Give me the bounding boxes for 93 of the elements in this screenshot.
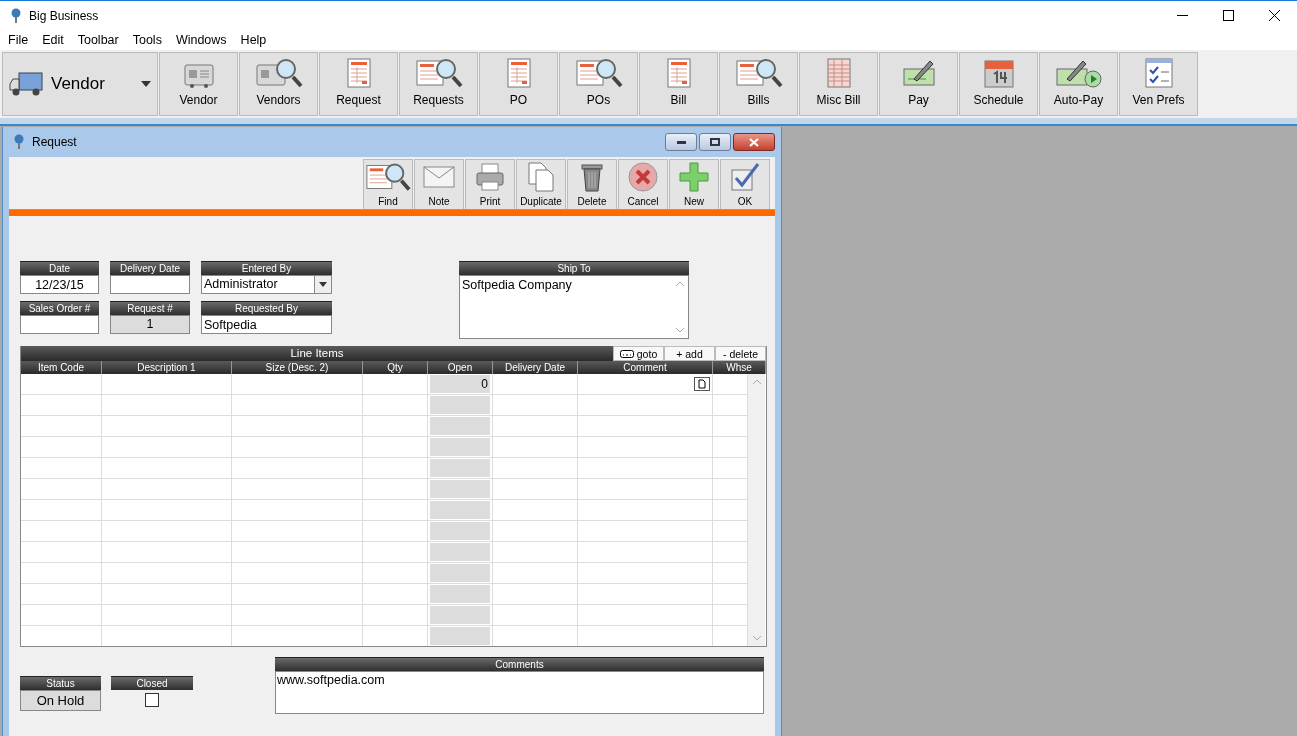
input-field[interactable]: [110, 275, 190, 294]
action-button[interactable]: OK: [720, 159, 770, 209]
sheet-icon: [665, 57, 692, 89]
envelope-icon: [423, 165, 455, 189]
printer-icon: [475, 162, 505, 192]
checkbox-tick-icon: [730, 162, 760, 192]
truck-icon: [9, 71, 43, 97]
menu-item[interactable]: Help: [233, 33, 274, 47]
scroll-down-icon[interactable]: [675, 328, 684, 333]
pages-icon: [527, 161, 555, 193]
toolbar-button[interactable]: Bill: [639, 52, 718, 116]
menu-item[interactable]: Windows: [168, 33, 234, 47]
toolbar-button[interactable]: Misc Bill: [799, 52, 878, 116]
field-label: Closed: [111, 676, 193, 690]
ledger-icon: [825, 57, 852, 89]
toolbar-button[interactable]: Schedule: [959, 52, 1038, 116]
plus-icon: [678, 161, 710, 193]
field-label: Status: [20, 676, 101, 690]
field-label: Requested By: [201, 301, 332, 315]
toolbar-button[interactable]: Vendor: [159, 52, 238, 116]
toolbar-button[interactable]: Request: [319, 52, 398, 116]
toolbar-button[interactable]: PO: [479, 52, 558, 116]
toolbar-button[interactable]: Bills: [719, 52, 798, 116]
action-button[interactable]: Delete: [567, 159, 617, 209]
action-button[interactable]: Cancel: [618, 159, 668, 209]
caret-icon: [141, 81, 151, 87]
grid-button[interactable]: + add: [664, 346, 715, 361]
sheet-icon: [505, 57, 532, 89]
address-field[interactable]: Softpedia Company: [459, 275, 689, 339]
toolbar-button[interactable]: Requests: [399, 52, 478, 116]
readonly-field: 1: [110, 315, 190, 334]
comments-field[interactable]: www.softpedia.com: [275, 671, 764, 714]
menu-item[interactable]: Tools: [125, 33, 169, 47]
input-field[interactable]: 12/23/15: [20, 275, 99, 294]
card-search-icon: [254, 57, 303, 89]
window-icon: [13, 134, 25, 150]
dropdown-field[interactable]: Administrator: [201, 275, 332, 294]
note-icon[interactable]: [694, 377, 710, 391]
toolbar-button[interactable]: Auto-Pay: [1039, 52, 1118, 116]
close-button[interactable]: [733, 133, 775, 151]
toolbar-button[interactable]: Ven Prefs: [1119, 52, 1198, 116]
section-header: Line Items: [21, 346, 613, 361]
action-button[interactable]: Find: [363, 159, 413, 209]
field-label: Entered By: [201, 261, 332, 275]
input-field[interactable]: Softpedia: [201, 315, 332, 334]
minimize-button[interactable]: [665, 133, 697, 151]
restore-icon: [710, 138, 720, 146]
readonly-cell: 0: [430, 375, 490, 393]
checklist-icon: [1143, 57, 1174, 89]
caret-icon: [319, 282, 327, 287]
sheet-search-icon: [574, 57, 623, 89]
sheet-icon: [345, 57, 372, 89]
close-icon: [1268, 10, 1280, 21]
scrollbar[interactable]: [748, 374, 765, 646]
status-field: On Hold: [20, 690, 101, 711]
field-label: Ship To: [459, 261, 689, 275]
field-label: Comments: [275, 657, 764, 671]
field-label: Delivery Date: [110, 261, 190, 275]
restore-button[interactable]: [699, 133, 731, 151]
module-dropdown[interactable]: Vendor: [2, 52, 158, 116]
checkbox[interactable]: [145, 693, 159, 707]
field-label: Request #: [110, 301, 190, 315]
sheet-search-icon: [414, 57, 463, 89]
trash-icon: [579, 161, 605, 193]
scroll-up-icon[interactable]: [675, 281, 684, 286]
action-button[interactable]: New: [669, 159, 719, 209]
sheet-search-icon: [734, 57, 783, 89]
scroll-up-icon[interactable]: [752, 379, 761, 384]
menu-item[interactable]: File: [1, 33, 36, 47]
toolbar-button[interactable]: POs: [559, 52, 638, 116]
field-label: Sales Order #: [20, 301, 99, 315]
menu-item[interactable]: Toolbar: [70, 33, 126, 47]
action-button[interactable]: Duplicate: [516, 159, 566, 209]
window-title: Request: [32, 135, 77, 149]
window-title: Big Business: [29, 8, 99, 23]
toolbar-button[interactable]: Pay: [879, 52, 958, 116]
grid-button[interactable]: goto: [613, 346, 664, 361]
toolbar-button[interactable]: Vendors: [239, 52, 318, 116]
action-button[interactable]: Note: [414, 159, 464, 209]
calendar-icon: [982, 57, 1015, 89]
close-icon: [749, 137, 759, 147]
menu-item[interactable]: Edit: [35, 33, 71, 47]
cancel-icon: [627, 161, 659, 193]
minimize-icon: [676, 140, 686, 144]
input-field[interactable]: [20, 315, 99, 334]
maximize-icon: [1222, 10, 1234, 21]
scroll-down-icon[interactable]: [752, 636, 761, 641]
sheet-search-icon: [365, 161, 411, 193]
field-label: Date: [20, 261, 99, 275]
action-button[interactable]: Print: [465, 159, 515, 209]
grid-button[interactable]: - delete: [715, 346, 766, 361]
app-icon: [10, 7, 22, 24]
keyboard-icon: [619, 349, 634, 358]
